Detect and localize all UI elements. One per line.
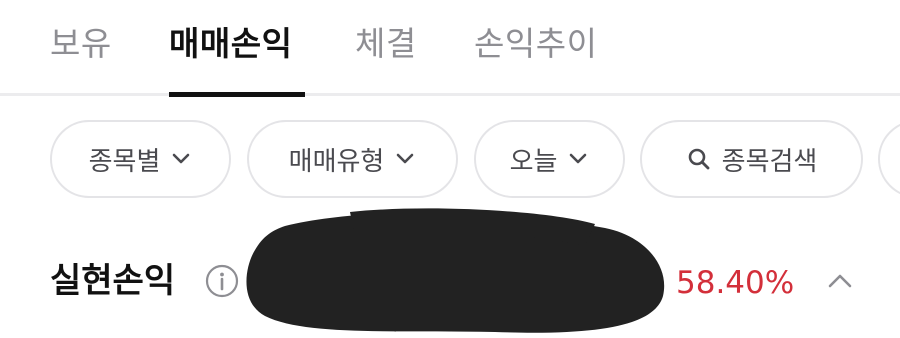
tab-divider xyxy=(0,93,900,96)
chevron-down-icon xyxy=(570,153,587,164)
filter-by-stock-button[interactable]: 종목별 xyxy=(50,120,231,198)
filter-trade-type-button[interactable]: 매매유형 xyxy=(247,120,458,198)
search-icon xyxy=(688,148,710,170)
tab-bar: 보유 매매손익 체결 손익추이 xyxy=(0,0,900,97)
chevron-up-icon[interactable] xyxy=(826,270,854,292)
tab-pl-trend[interactable]: 손익추이 xyxy=(474,22,597,66)
stock-search-button[interactable]: 종목검색 xyxy=(640,120,863,198)
filter-by-stock-label: 종목별 xyxy=(88,146,161,177)
stock-search-label: 종목검색 xyxy=(721,146,818,177)
realized-pl-rate: 58.40% xyxy=(676,265,795,301)
active-tab-indicator xyxy=(169,92,305,97)
tab-trading-pl[interactable]: 매매손익 xyxy=(169,22,292,66)
filter-trade-type-label: 매매유형 xyxy=(288,146,385,177)
chevron-down-icon xyxy=(173,153,190,164)
filter-chip-partial[interactable] xyxy=(878,120,900,198)
tab-executions[interactable]: 체결 xyxy=(355,22,417,66)
tab-holdings[interactable]: 보유 xyxy=(50,22,112,66)
redaction-mark xyxy=(246,208,665,333)
chevron-down-icon xyxy=(397,153,414,164)
filter-period-label: 오늘 xyxy=(509,146,558,177)
trading-pl-screen: 보유 매매손익 체결 손익추이 종목별 매매유형 오늘 종목검색 실현손익 58… xyxy=(0,0,900,338)
info-icon[interactable] xyxy=(205,264,239,298)
filter-period-button[interactable]: 오늘 xyxy=(474,120,625,198)
realized-pl-label: 실현손익 xyxy=(50,261,176,301)
